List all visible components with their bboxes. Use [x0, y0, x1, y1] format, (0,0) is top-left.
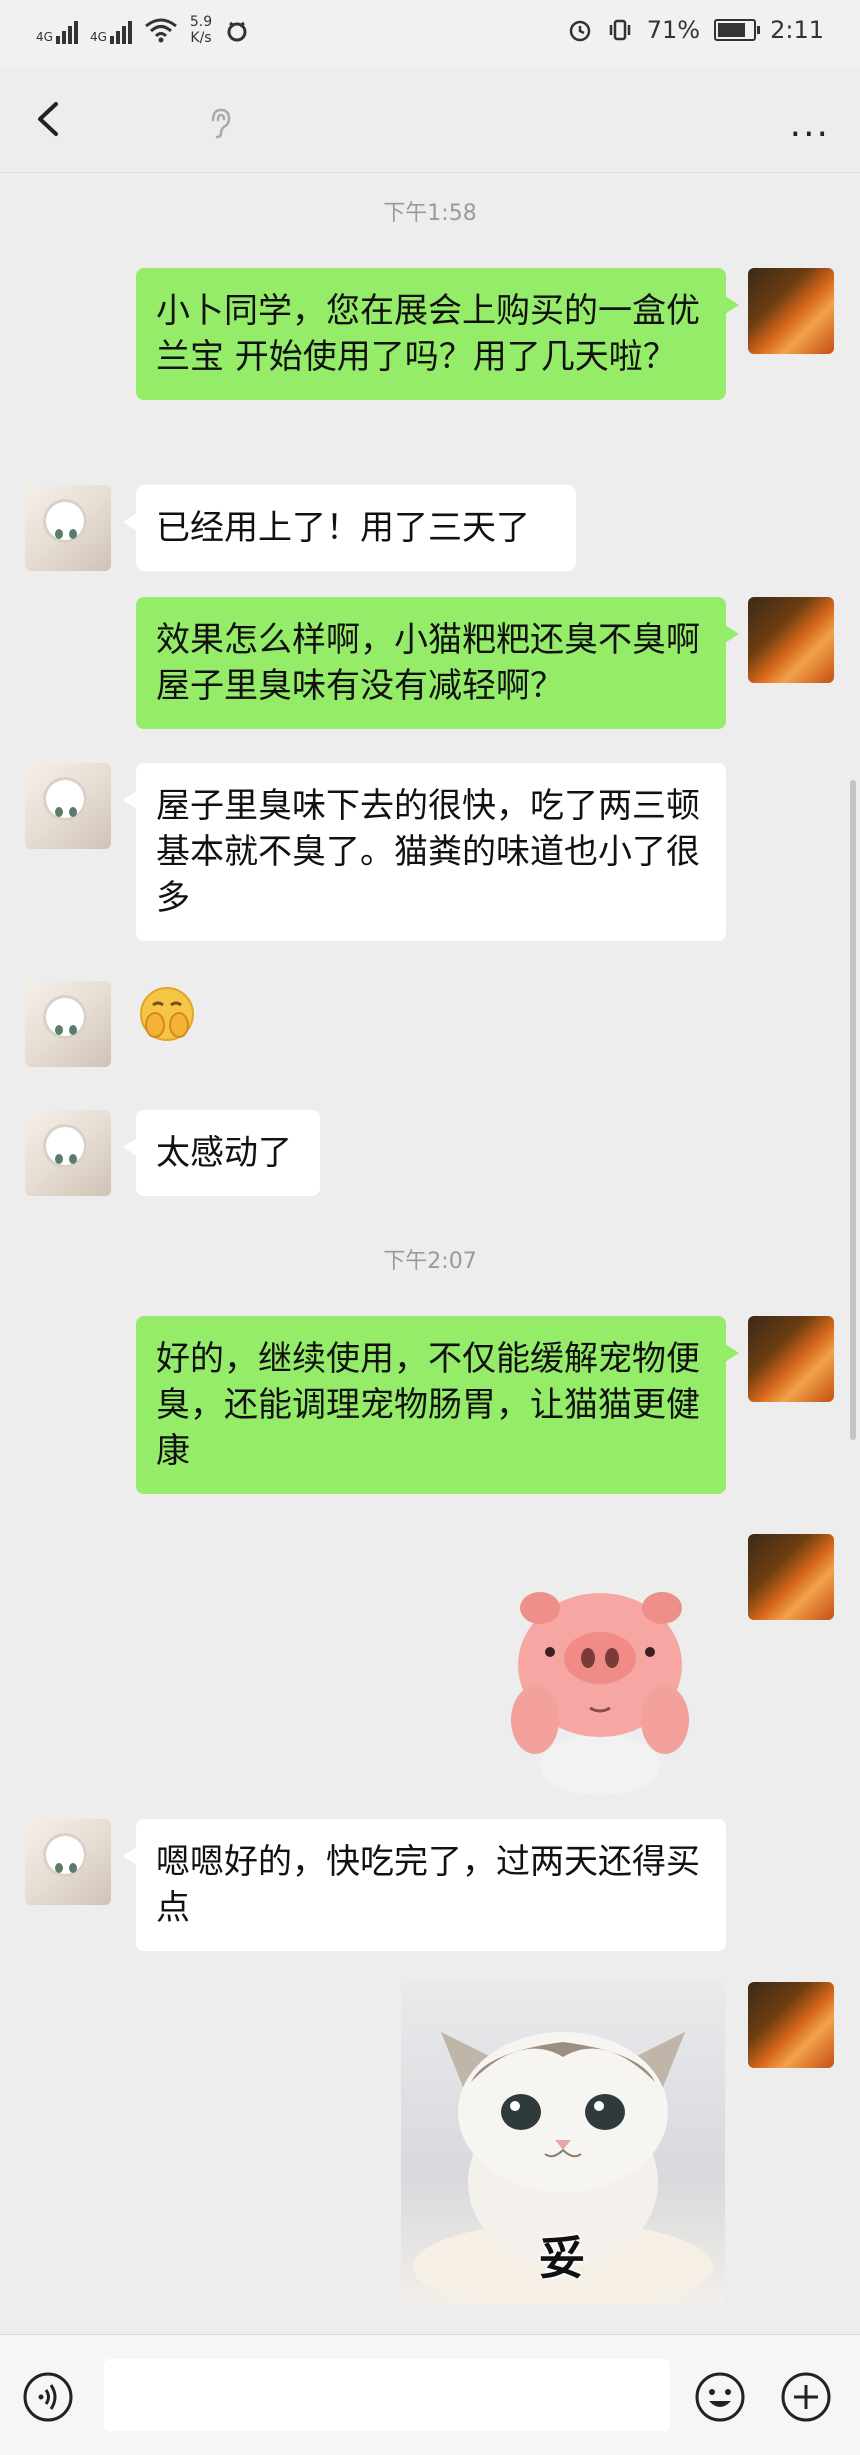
network-type-label: 4G [89, 30, 107, 44]
vibrate-icon [609, 19, 630, 41]
network-type-label: 4G [36, 30, 53, 44]
my-avatar[interactable] [748, 268, 834, 354]
message-bubble-received[interactable]: 屋子里臭味下去的很快，吃了两三顿基本就不臭了。猫粪的味道也小了很多 [123, 763, 726, 941]
cellular-signal-1: 4G [36, 16, 78, 44]
message-bubble-sent[interactable]: 效果怎么样啊，小猫粑粑还臭不臭啊 屋子里臭味有没有减轻啊？ [136, 597, 739, 729]
status-left: 4G 4G 5.9 K/s [36, 14, 250, 46]
sticker-caption: 妥 [539, 2231, 585, 2285]
network-speed: 5.9 K/s [190, 14, 212, 46]
message-bubble-sent[interactable]: 小卜同学，您在展会上购买的一盒优兰宝 开始使用了吗？用了几天啦？ [136, 268, 739, 400]
speed-value: 5.9 [189, 14, 213, 30]
my-avatar[interactable] [748, 1534, 834, 1620]
my-avatar[interactable] [748, 1316, 834, 1402]
more-options-button[interactable]: ··· [790, 114, 830, 155]
plus-icon[interactable] [780, 2371, 832, 2423]
chat-header: ··· [0, 66, 860, 173]
message-input[interactable] [104, 2359, 670, 2431]
wifi-icon [144, 18, 177, 43]
contact-avatar[interactable] [25, 763, 111, 849]
message-bubble-received[interactable]: 嗯嗯好的，快吃完了，过两天还得买点 [123, 1819, 726, 1951]
smiley-icon[interactable] [694, 2371, 746, 2423]
status-right: 71% 2:11 [567, 16, 824, 44]
my-avatar[interactable] [748, 1982, 834, 2068]
contact-avatar[interactable] [25, 1110, 111, 1196]
alarm-icon [569, 20, 590, 42]
speed-unit: K/s [190, 30, 212, 46]
voice-icon[interactable] [22, 2371, 74, 2423]
covering-mouth-emoji-icon[interactable] [138, 985, 196, 1043]
signal-bars-icon [109, 16, 132, 44]
contact-avatar[interactable] [25, 1819, 111, 1905]
scrollbar[interactable] [850, 780, 856, 1440]
battery-icon [714, 19, 761, 41]
message-timestamp: 下午1:58 [383, 201, 477, 226]
clock-time: 2:11 [770, 16, 824, 44]
kitten-sticker-icon[interactable]: 妥 [401, 1982, 725, 2305]
input-bar [0, 2334, 860, 2455]
contact-avatar[interactable] [25, 981, 111, 1067]
back-arrow-icon[interactable] [28, 96, 74, 142]
message-timestamp: 下午2:07 [383, 1249, 477, 1274]
message-bubble-sent[interactable]: 好的，继续使用，不仅能缓解宠物便臭，还能调理宠物肠胃，让猫猫更健康 [136, 1316, 739, 1494]
status-bar: 4G 4G 5.9 K/s 71% 2:11 [0, 0, 860, 66]
message-bubble-received[interactable]: 已经用上了！用了三天了 [123, 485, 576, 571]
signal-bars-icon [55, 16, 78, 44]
pig-sticker-icon[interactable] [500, 1580, 700, 1795]
battery-percent: 71% [646, 16, 701, 44]
cellular-signal-2: 4G [90, 16, 132, 44]
earpiece-mode-icon [211, 108, 231, 139]
contact-avatar[interactable] [25, 485, 111, 571]
my-avatar[interactable] [748, 597, 834, 683]
message-bubble-received[interactable]: 太感动了 [123, 1110, 320, 1196]
app-notification-icon [227, 21, 247, 42]
